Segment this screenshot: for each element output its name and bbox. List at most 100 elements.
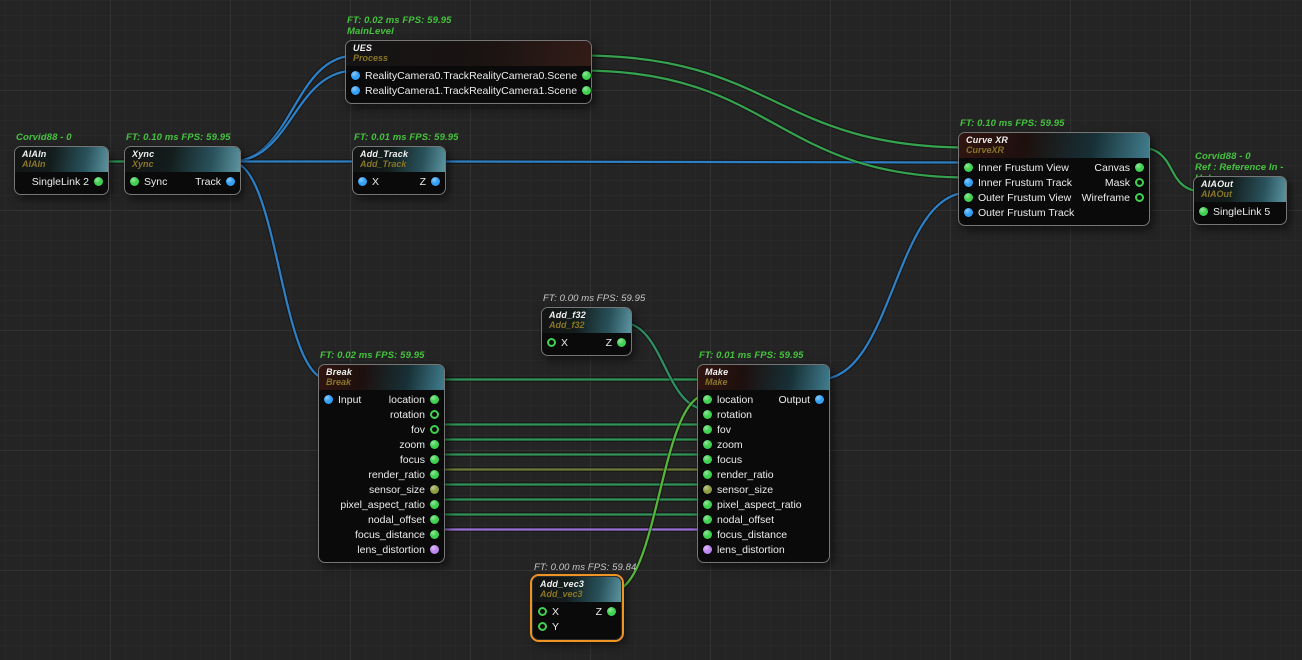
pin-row: XZ [353, 174, 445, 189]
in-pin-inner-frustum-track[interactable] [964, 178, 973, 187]
node-header[interactable]: Add_vec3Add_vec3 [533, 577, 621, 602]
node-graph-canvas[interactable]: Corvid88 - 0FT: 0.10 ms FPS: 59.95FT: 0.… [0, 0, 1302, 660]
in-pin-nodal-offset[interactable] [703, 515, 712, 524]
output-pin: RealityCamera1.Scene [469, 85, 591, 97]
in-pin-zoom[interactable] [703, 440, 712, 449]
out-pin-rotation[interactable] [430, 410, 439, 419]
node-CurveXR[interactable]: Curve XRCurveXRInner Frustum ViewCanvasI… [958, 132, 1150, 226]
out-pin-canvas[interactable] [1135, 163, 1144, 172]
node-subtitle: Add_vec3 [540, 589, 614, 599]
wire-Xync-to-Break[interactable] [231, 162, 329, 380]
wire-Add_f32-to-Make[interactable] [622, 323, 708, 410]
in-pin-rotation[interactable] [703, 410, 712, 419]
out-pin-focus[interactable] [430, 455, 439, 464]
wire-Xync-to-UES[interactable] [231, 56, 356, 162]
pin-row: locationOutput [698, 392, 829, 407]
node-Add_f32[interactable]: Add_f32Add_f32XZ [541, 307, 632, 356]
wire-Make-to-CurveXR[interactable] [820, 193, 969, 380]
in-pin-fov[interactable] [703, 425, 712, 434]
node-Make[interactable]: MakeMakelocationOutputrotationfovzoomfoc… [697, 364, 830, 563]
node-AIAIn[interactable]: AIAInAIAInSingleLink 2 [14, 146, 109, 195]
in-pin-outer-frustum-view[interactable] [964, 193, 973, 202]
node-Break[interactable]: BreakBreakInputlocationrotationfovzoomfo… [318, 364, 445, 563]
pin-row: XZ [533, 604, 621, 619]
in-pin-inner-frustum-view[interactable] [964, 163, 973, 172]
out-pin-singlelink-2[interactable] [94, 177, 103, 186]
out-pin-fov[interactable] [430, 425, 439, 434]
in-pin-input[interactable] [324, 395, 333, 404]
node-header[interactable]: UESProcess [346, 41, 591, 66]
node-Add_vec3[interactable]: Add_vec3Add_vec3 XZ Y [532, 576, 622, 640]
pin-rows: Sync Track [125, 172, 240, 194]
input-pin-label: RealityCamera0.Track [365, 70, 469, 82]
in-pin-realitycamera0-track[interactable] [351, 71, 360, 80]
output-pin-label: sensor_size [369, 484, 425, 496]
in-pin-render-ratio[interactable] [703, 470, 712, 479]
wire-Add_Track-to-CurveXR[interactable] [436, 162, 969, 163]
out-pin-zoom[interactable] [430, 440, 439, 449]
input-pin: Inner Frustum View [964, 162, 1069, 174]
out-pin-sensor-size[interactable] [430, 485, 439, 494]
in-pin-y[interactable] [538, 622, 547, 631]
wire-Xync-to-UES[interactable] [231, 71, 356, 162]
out-pin-location[interactable] [430, 395, 439, 404]
in-pin-x[interactable] [358, 177, 367, 186]
in-pin-lens-distortion[interactable] [703, 545, 712, 554]
out-pin-z[interactable] [431, 177, 440, 186]
pin-row: rotation [319, 407, 444, 422]
pin-row: sensor_size [319, 482, 444, 497]
pin-row: render_ratio [698, 467, 829, 482]
node-header[interactable]: AIAInAIAIn [15, 147, 108, 172]
node-Xync[interactable]: XyncXync Sync Track [124, 146, 241, 195]
in-pin-outer-frustum-track[interactable] [964, 208, 973, 217]
node-title: Xync [132, 149, 233, 159]
wire-UES-to-CurveXR[interactable] [582, 56, 969, 148]
node-Add_Track[interactable]: Add_TrackAdd_Track XZ [352, 146, 446, 195]
input-pin: zoom [703, 439, 743, 451]
in-pin-focus-distance[interactable] [703, 530, 712, 539]
out-pin-realitycamera0-scene[interactable] [582, 71, 591, 80]
output-pin-label: rotation [390, 409, 425, 421]
out-pin-render-ratio[interactable] [430, 470, 439, 479]
node-header[interactable]: Add_f32Add_f32 [542, 308, 631, 333]
in-pin-focus[interactable] [703, 455, 712, 464]
output-pin: lens_distortion [357, 544, 439, 556]
out-pin-nodal-offset[interactable] [430, 515, 439, 524]
in-pin-x[interactable] [538, 607, 547, 616]
node-header[interactable]: Curve XRCurveXR [959, 133, 1149, 158]
out-pin-lens-distortion[interactable] [430, 545, 439, 554]
output-pin-label: Canvas [1094, 162, 1130, 174]
out-pin-realitycamera1-scene[interactable] [582, 86, 591, 95]
in-pin-x[interactable] [547, 338, 556, 347]
out-pin-z[interactable] [607, 607, 616, 616]
in-pin-realitycamera1-track[interactable] [351, 86, 360, 95]
out-pin-wireframe[interactable] [1135, 193, 1144, 202]
out-pin-output[interactable] [815, 395, 824, 404]
out-pin-pixel-aspect-ratio[interactable] [430, 500, 439, 509]
out-pin-focus-distance[interactable] [430, 530, 439, 539]
in-pin-sensor-size[interactable] [703, 485, 712, 494]
output-pin: Z [606, 337, 626, 349]
node-header[interactable]: BreakBreak [319, 365, 444, 390]
node-header[interactable]: Add_TrackAdd_Track [353, 147, 445, 172]
in-pin-singlelink-5[interactable] [1199, 207, 1208, 216]
in-pin-pixel-aspect-ratio[interactable] [703, 500, 712, 509]
out-pin-z[interactable] [617, 338, 626, 347]
pin-rows: Inner Frustum ViewCanvasInner Frustum Tr… [959, 158, 1149, 225]
node-header[interactable]: XyncXync [125, 147, 240, 172]
input-pin: Y [538, 621, 559, 633]
input-pin-label: Outer Frustum Track [978, 207, 1074, 219]
out-pin-track[interactable] [226, 177, 235, 186]
output-pin: Wireframe [1082, 192, 1144, 204]
node-header[interactable]: AIAOutAIAOut [1194, 177, 1286, 202]
in-pin-location[interactable] [703, 395, 712, 404]
pin-row: pixel_aspect_ratio [698, 497, 829, 512]
node-AIAOut[interactable]: AIAOutAIAOutSingleLink 5 [1193, 176, 1287, 225]
input-pin: Sync [130, 176, 167, 188]
out-pin-mask[interactable] [1135, 178, 1144, 187]
node-UES[interactable]: UESProcess RealityCamera0.TrackRealityCam… [345, 40, 592, 104]
node-header[interactable]: MakeMake [698, 365, 829, 390]
in-pin-sync[interactable] [130, 177, 139, 186]
node-title: Make [705, 367, 822, 377]
output-pin: Track [195, 176, 235, 188]
